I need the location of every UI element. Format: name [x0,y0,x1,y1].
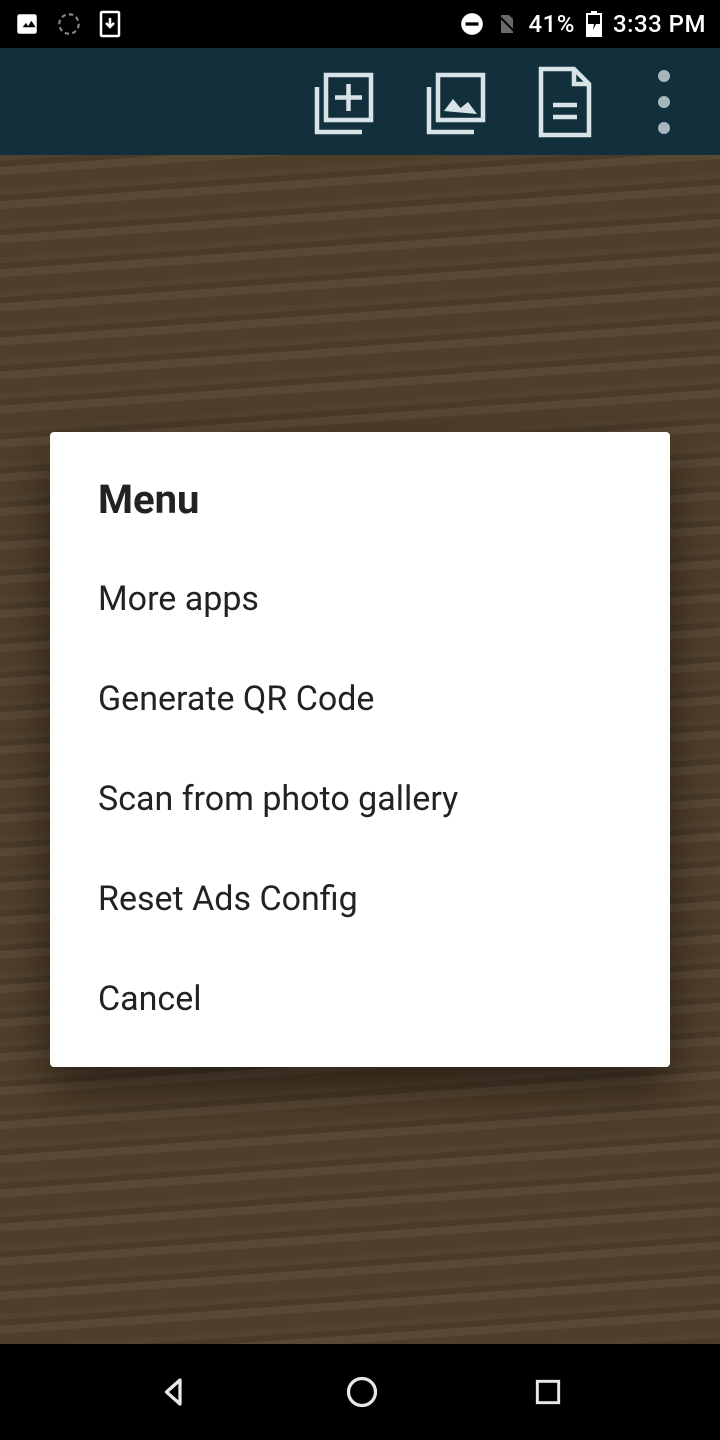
dnd-icon [459,11,485,37]
document-icon[interactable] [532,63,598,141]
dialog-title: Menu [50,468,670,549]
dialog-overlay[interactable]: Menu More apps Generate QR Code Scan fro… [0,155,720,1344]
battery-charging-icon [585,10,603,38]
screen: 41% 3:33 PM Menu More apps Generate QR C… [0,0,720,1440]
clock: 3:33 PM [613,10,706,38]
recent-apps-icon[interactable] [532,1376,564,1408]
menu-dialog: Menu More apps Generate QR Code Scan fro… [50,432,670,1067]
spinner-icon [56,11,82,37]
menu-item-reset-ads[interactable]: Reset Ads Config [50,849,670,949]
battery-pct: 41% [529,10,575,38]
gallery-icon[interactable] [420,66,492,138]
menu-item-cancel[interactable]: Cancel [50,949,670,1049]
status-bar: 41% 3:33 PM [0,0,720,48]
menu-item-more-apps[interactable]: More apps [50,549,670,649]
app-toolbar [0,48,720,155]
menu-item-scan-gallery[interactable]: Scan from photo gallery [50,749,670,849]
status-right: 41% 3:33 PM [459,10,706,38]
home-icon[interactable] [344,1374,380,1410]
add-to-collection-icon[interactable] [308,66,380,138]
menu-item-generate-qr[interactable]: Generate QR Code [50,649,670,749]
no-sim-icon [495,11,519,37]
picture-icon [14,11,40,37]
more-options-icon[interactable] [638,70,690,134]
back-icon[interactable] [156,1374,192,1410]
status-left [14,10,122,38]
download-icon [98,10,122,38]
nav-bar [0,1344,720,1440]
